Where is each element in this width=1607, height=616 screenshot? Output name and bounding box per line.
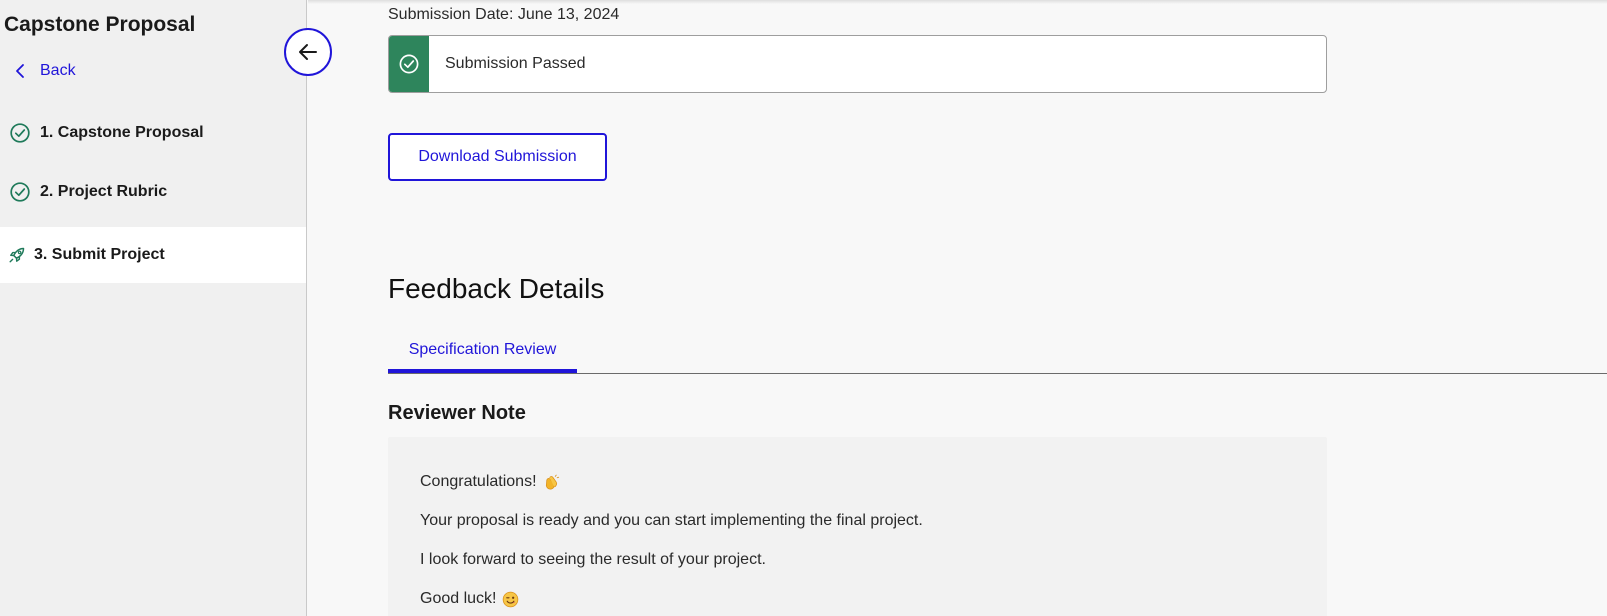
status-text: Submission Passed <box>445 55 586 72</box>
sidebar-item-capstone-proposal[interactable]: 1. Capstone Proposal <box>0 105 306 161</box>
reviewer-note-title: Reviewer Note <box>388 402 526 424</box>
sidebar-item-project-rubric[interactable]: 2. Project Rubric <box>0 164 306 220</box>
check-circle-icon <box>399 54 419 74</box>
submission-status-banner: Submission Passed <box>388 35 1327 93</box>
winking-face-icon <box>503 591 519 607</box>
note-text: Good luck! <box>420 590 497 607</box>
sidebar-item-submit-project[interactable]: 3. Submit Project <box>0 227 306 283</box>
collapse-sidebar-button[interactable] <box>284 28 332 76</box>
check-circle-icon <box>9 181 31 203</box>
clapping-hands-icon <box>545 474 559 490</box>
header-shadow <box>308 0 1607 4</box>
note-text: I look forward to seeing the result of y… <box>420 551 766 568</box>
note-line: Your proposal is ready and you can start… <box>420 512 923 530</box>
tabs-divider <box>388 373 1607 374</box>
sidebar: Capstone Proposal Back 1. Capstone Propo… <box>0 0 307 616</box>
tab-specification-review[interactable]: Specification Review <box>388 335 577 373</box>
note-line: Congratulations! <box>420 473 560 491</box>
check-circle-icon <box>9 122 31 144</box>
sidebar-item-label: 1. Capstone Proposal <box>40 124 204 141</box>
back-label: Back <box>40 62 76 79</box>
submission-date: Submission Date: June 13, 2024 <box>388 6 620 23</box>
download-submission-button[interactable]: Download Submission <box>388 133 607 181</box>
reviewer-note-box: Congratulations! Your proposal is ready … <box>388 437 1327 616</box>
rocket-icon <box>7 244 29 266</box>
sidebar-item-label: 2. Project Rubric <box>40 183 168 200</box>
sidebar-title: Capstone Proposal <box>4 13 196 36</box>
chevron-left-icon <box>16 64 24 78</box>
back-link[interactable]: Back <box>14 59 76 83</box>
main-content: Submission Date: June 13, 2024 Submissio… <box>308 0 1607 616</box>
status-badge <box>389 36 429 92</box>
note-text: Your proposal is ready and you can start… <box>420 512 923 529</box>
note-line: I look forward to seeing the result of y… <box>420 551 766 569</box>
feedback-title: Feedback Details <box>388 273 605 304</box>
note-text: Congratulations! <box>420 473 537 490</box>
arrow-left-icon <box>299 44 317 60</box>
sidebar-item-label: 3. Submit Project <box>34 246 165 263</box>
note-line: Good luck! <box>420 590 519 608</box>
